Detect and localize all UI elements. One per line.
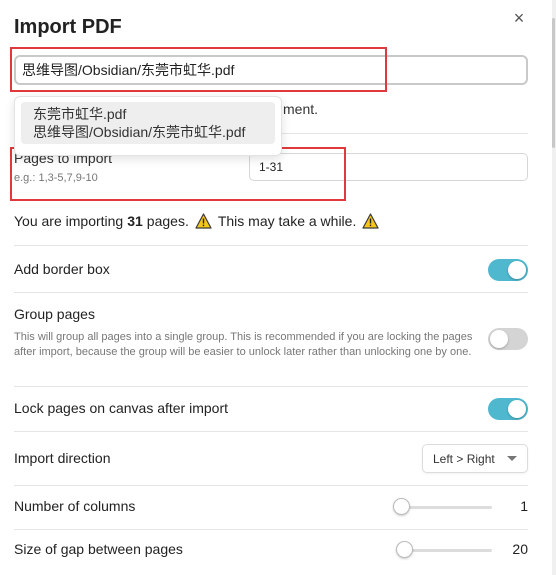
- columns-label: Number of columns: [14, 498, 136, 514]
- columns-value: 1: [520, 498, 528, 514]
- divider: [14, 245, 528, 246]
- divider: [14, 386, 528, 387]
- close-icon[interactable]: ×: [509, 8, 529, 28]
- border-box-toggle[interactable]: [488, 259, 528, 281]
- import-direction-select[interactable]: Left > Right: [422, 444, 528, 473]
- file-suggestion-dropdown: 东莞市虹华.pdf 思维导图/Obsidian/东莞市虹华.pdf: [14, 96, 282, 156]
- lock-pages-label: Lock pages on canvas after import: [14, 400, 229, 416]
- border-box-label: Add border box: [14, 261, 110, 277]
- partially-hidden-text: ment.: [283, 101, 319, 117]
- pages-to-import-input[interactable]: 1-31: [249, 153, 528, 181]
- columns-slider-thumb[interactable]: [393, 498, 410, 515]
- import-direction-value: Left > Right: [433, 452, 495, 466]
- suggestion-filename: 东莞市虹华.pdf: [33, 106, 127, 122]
- import-page-count: 31: [127, 213, 143, 229]
- group-pages-label: Group pages: [14, 306, 95, 322]
- divider: [14, 431, 528, 432]
- import-summary-suffix: pages.: [146, 213, 189, 229]
- suggestion-path: 思维导图/Obsidian/东莞市虹华.pdf: [33, 124, 246, 140]
- pdf-path-input[interactable]: 思维导图/Obsidian/东莞市虹华.pdf: [14, 55, 528, 85]
- pages-to-import-hint: e.g.: 1,3-5,7,9-10: [14, 172, 98, 184]
- group-pages-toggle[interactable]: [488, 328, 528, 350]
- import-warning-text: This may take a while.: [217, 213, 357, 229]
- scrollbar-thumb[interactable]: [552, 18, 555, 148]
- toggle-knob: [508, 400, 526, 418]
- gap-label: Size of gap between pages: [14, 541, 183, 557]
- suggestion-item[interactable]: 东莞市虹华.pdf 思维导图/Obsidian/东莞市虹华.pdf: [21, 102, 275, 144]
- import-summary-prefix: You are importing: [14, 213, 124, 229]
- gap-slider-thumb[interactable]: [396, 541, 413, 558]
- toggle-knob: [490, 330, 508, 348]
- gap-value: 20: [512, 541, 528, 557]
- chevron-down-icon: [507, 456, 517, 461]
- group-pages-description: This will group all pages into a single …: [14, 331, 473, 358]
- import-summary: You are importing 31 pages. This may tak…: [14, 213, 385, 229]
- dialog-title: Import PDF: [14, 16, 122, 38]
- scrollbar[interactable]: [552, 0, 556, 575]
- warning-triangle-icon: [362, 213, 379, 229]
- divider: [14, 292, 528, 293]
- lock-pages-toggle[interactable]: [488, 398, 528, 420]
- toggle-knob: [508, 261, 526, 279]
- columns-slider-track[interactable]: [396, 506, 492, 509]
- warning-triangle-icon: [195, 213, 212, 229]
- import-pdf-dialog: Import PDF × 思维导图/Obsidian/东莞市虹华.pdf men…: [0, 0, 556, 575]
- divider: [14, 485, 528, 486]
- import-direction-label: Import direction: [14, 450, 111, 466]
- divider: [14, 529, 528, 530]
